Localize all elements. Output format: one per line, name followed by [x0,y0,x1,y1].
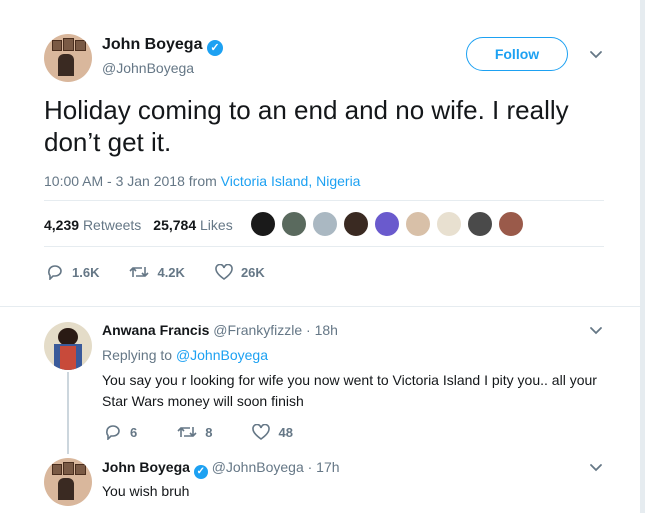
follow-button[interactable]: Follow [466,37,568,71]
reply-actions: 6 8 48 [104,424,323,440]
thread-line [67,372,69,454]
retweet-count: 4.2K [157,264,185,280]
reply-author-handle[interactable]: @JohnBoyega · 17h [212,459,340,475]
reply-text: You wish bruh [102,483,190,499]
reply-avatar[interactable] [44,322,92,370]
reply-button[interactable]: 1.6K [46,264,99,280]
liker-avatar[interactable] [374,211,400,237]
heart-icon [215,264,233,280]
liker-avatar[interactable] [312,211,338,237]
retweet-count: 8 [205,424,213,440]
likers-avatars [250,211,529,237]
tweet-meta: 10:00 AM - 3 Jan 2018 from Victoria Isla… [44,173,360,189]
liker-avatar[interactable] [498,211,524,237]
reply-author-handle[interactable]: @Frankyfizzle · 18h [213,322,338,338]
heart-icon [252,424,271,440]
tweet-location[interactable]: Victoria Island, Nigeria [221,173,361,189]
tweet-stats: 4,239 Retweets 25,784 Likes [44,217,233,233]
reply-author-name[interactable]: Anwana Francis [102,322,209,338]
retweet-button[interactable]: 4.2K [129,264,185,280]
tweet-card: John Boyega ✓ @JohnBoyega Follow Holiday… [0,0,640,513]
like-button[interactable]: 48 [252,424,293,440]
tweet-actions: 1.6K 4.2K 26K [46,264,295,280]
chevron-down-icon[interactable] [589,461,603,475]
reply-text: You say you r looking for wife you now w… [102,372,597,409]
liker-avatar[interactable] [250,211,276,237]
tweet-text: Holiday coming to an end and no wife. I … [44,95,569,157]
likes-stat[interactable]: 25,784 Likes [153,217,232,233]
retweet-button[interactable]: 8 [177,424,212,440]
liker-avatar[interactable] [281,211,307,237]
author-name[interactable]: John Boyega [102,36,202,53]
liker-avatar[interactable] [436,211,462,237]
retweets-stat[interactable]: 4,239 Retweets [44,217,141,233]
divider [44,200,604,201]
divider [44,246,604,247]
reply-icon [48,265,62,280]
likes-label: Likes [200,217,233,233]
retweet-icon [177,427,197,437]
author-name-row[interactable]: John Boyega ✓ [102,36,223,56]
chevron-down-icon[interactable] [589,324,603,338]
retweet-icon [129,267,150,277]
reply-button[interactable]: 6 [104,424,137,440]
liker-avatar[interactable] [405,211,431,237]
retweets-label: Retweets [82,217,142,233]
liker-avatar[interactable] [467,211,493,237]
like-count: 48 [278,424,293,440]
reply-count: 1.6K [72,264,100,280]
reply-icon [106,425,120,440]
tweet-time[interactable]: 10:00 AM - 3 Jan 2018 from [44,173,217,189]
reply-header: John Boyega ✓ @JohnBoyega · 17h [102,459,340,479]
reply-avatar[interactable] [44,458,92,506]
verified-icon: ✓ [206,40,223,56]
likes-count: 25,784 [153,217,197,233]
replying-to-label: Replying to [102,347,173,363]
retweets-count: 4,239 [44,217,80,233]
divider [0,306,640,307]
author-avatar[interactable] [44,34,92,82]
reply-header: Anwana Francis @Frankyfizzle · 18h [102,322,338,338]
like-button[interactable]: 26K [215,264,265,280]
replying-to: Replying to @JohnBoyega [102,347,268,363]
reply-author-name[interactable]: John Boyega [102,459,190,475]
verified-icon: ✓ [193,465,208,479]
like-count: 26K [240,264,265,280]
replying-to-handle[interactable]: @JohnBoyega [176,347,268,363]
chevron-down-icon[interactable] [589,48,603,62]
reply-count: 6 [130,424,138,440]
liker-avatar[interactable] [343,211,369,237]
author-handle[interactable]: @JohnBoyega [102,60,194,76]
